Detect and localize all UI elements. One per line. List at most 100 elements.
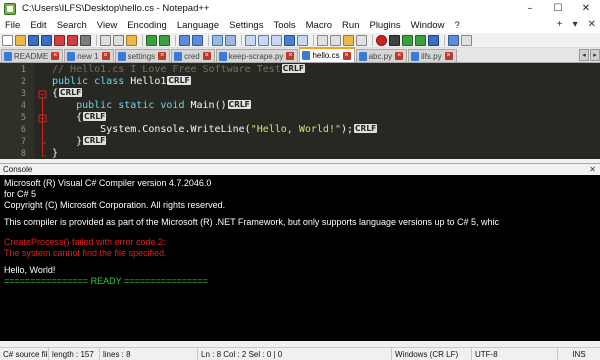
tab-readme[interactable]: README ×: [1, 49, 64, 62]
status-encoding[interactable]: UTF-8: [472, 347, 558, 360]
menu-window[interactable]: Window: [406, 20, 450, 31]
dropdown-icon[interactable]: ▾: [573, 19, 578, 30]
status-eol[interactable]: Windows (CR LF): [392, 347, 472, 360]
close-doc-icon[interactable]: ✕: [588, 19, 596, 30]
replace-icon[interactable]: [192, 34, 203, 46]
status-insert-mode[interactable]: INS: [558, 348, 600, 360]
close-window-button[interactable]: ✕: [572, 0, 600, 17]
folder-workspace-icon[interactable]: [343, 34, 354, 46]
menu-bar: File Edit Search View Encoding Language …: [0, 17, 600, 33]
redo-icon[interactable]: [159, 34, 170, 46]
eol-marker: CRLF: [59, 88, 83, 97]
menu-search[interactable]: Search: [52, 20, 92, 31]
menu-settings[interactable]: Settings: [224, 20, 268, 31]
line-number: 6: [20, 125, 26, 135]
code-line-1: // Hello1.cs I Love Free Software Test CR…: [52, 64, 305, 76]
function-list-icon[interactable]: [330, 34, 341, 46]
copy-icon[interactable]: [113, 34, 124, 46]
line-number-gutter: 1 2 3 4 5 6 7 8: [0, 63, 34, 159]
close-tab-icon[interactable]: ×: [202, 52, 211, 60]
menu-view[interactable]: View: [92, 20, 122, 31]
doc-map-icon[interactable]: [317, 34, 328, 46]
identifier-text: Main(): [184, 100, 227, 111]
new-file-icon[interactable]: [2, 34, 13, 46]
open-file-icon[interactable]: [15, 34, 26, 46]
save-macro-icon[interactable]: [428, 34, 439, 46]
add-icon[interactable]: +: [557, 19, 563, 30]
run-macro-multiple-icon[interactable]: [415, 34, 426, 46]
menu-run[interactable]: Run: [337, 20, 364, 31]
close-tab-icon[interactable]: ×: [342, 51, 351, 60]
record-macro-icon[interactable]: [376, 34, 387, 46]
line-number: 3: [20, 89, 26, 99]
close-tab-icon[interactable]: ×: [101, 52, 110, 60]
code-line-2: public class Hello1 CRLF: [52, 76, 191, 88]
status-length: length : 157: [49, 347, 100, 360]
close-tab-icon[interactable]: ×: [444, 52, 453, 60]
close-tab-icon[interactable]: ×: [158, 52, 167, 60]
plugin-icon[interactable]: [461, 34, 472, 46]
fold-margin[interactable]: [38, 63, 48, 159]
tab-scroll-left-button[interactable]: ◂: [579, 49, 589, 61]
monitoring-icon[interactable]: [356, 34, 367, 46]
zoom-out-icon[interactable]: [225, 34, 236, 46]
close-tab-icon[interactable]: ×: [51, 52, 60, 60]
zoom-in-icon[interactable]: [212, 34, 223, 46]
comment-text: // Hello1.cs I Love Free Software Test: [52, 64, 281, 75]
tab-settings[interactable]: settings ×: [114, 49, 171, 62]
code-line-8: }: [52, 148, 58, 160]
menubar-right-controls: + ▾ ✕: [557, 19, 596, 30]
show-all-chars-icon[interactable]: [284, 34, 295, 46]
playback-macro-icon[interactable]: [402, 34, 413, 46]
eol-marker: CRLF: [354, 124, 378, 133]
code-editor[interactable]: 1 2 3 4 5 6 7 8 // Hello1.cs I Love Free…: [0, 63, 600, 159]
stop-recording-icon[interactable]: [389, 34, 400, 46]
sync-horizontal-icon[interactable]: [258, 34, 269, 46]
console-output[interactable]: Microsoft (R) Visual C# Compiler version…: [0, 175, 600, 341]
word-wrap-icon[interactable]: [271, 34, 282, 46]
menu-language[interactable]: Language: [172, 20, 224, 31]
tab-label: settings: [127, 51, 156, 61]
tab-hello-cs[interactable]: hello.cs ×: [299, 47, 355, 62]
indent-guide-icon[interactable]: [297, 34, 308, 46]
menu-edit[interactable]: Edit: [25, 20, 51, 31]
toolbar-separator: [313, 34, 314, 46]
tab-keep-scrape-py[interactable]: keep-scrape.py ×: [215, 49, 299, 62]
menu-macro[interactable]: Macro: [301, 20, 337, 31]
close-tab-icon[interactable]: ×: [286, 52, 295, 60]
plugin-icon[interactable]: [448, 34, 459, 46]
maximize-button[interactable]: ☐: [544, 0, 572, 17]
close-all-icon[interactable]: [67, 34, 78, 46]
menu-tools[interactable]: Tools: [268, 20, 300, 31]
undo-icon[interactable]: [146, 34, 157, 46]
toolbar-separator: [208, 34, 209, 46]
toolbar-separator: [241, 34, 242, 46]
close-file-icon[interactable]: [54, 34, 65, 46]
close-console-icon[interactable]: ✕: [589, 165, 596, 174]
find-icon[interactable]: [179, 34, 190, 46]
menu-help[interactable]: ?: [449, 20, 464, 31]
save-all-icon[interactable]: [41, 34, 52, 46]
cut-icon[interactable]: [100, 34, 111, 46]
save-icon[interactable]: [28, 34, 39, 46]
console-line: for C# 5: [4, 189, 37, 199]
code-area[interactable]: // Hello1.cs I Love Free Software Test CR…: [52, 63, 600, 159]
minimize-button[interactable]: –: [516, 0, 544, 17]
close-tab-icon[interactable]: ×: [395, 52, 404, 60]
keyword-text: public class: [52, 76, 125, 87]
menu-file[interactable]: File: [0, 20, 25, 31]
paste-icon[interactable]: [126, 34, 137, 46]
tab-abc-py[interactable]: abc.py ×: [355, 49, 408, 62]
print-icon[interactable]: [80, 34, 91, 46]
tab-ilfs-py[interactable]: ilfs.py ×: [408, 49, 457, 62]
console-line: Copyright (C) Microsoft Corporation. All…: [4, 200, 226, 210]
tab-new-1[interactable]: new 1 ×: [64, 49, 114, 62]
tab-cred[interactable]: cred ×: [171, 49, 215, 62]
menu-encoding[interactable]: Encoding: [122, 20, 172, 31]
sync-vertical-icon[interactable]: [245, 34, 256, 46]
menu-plugins[interactable]: Plugins: [364, 20, 405, 31]
tab-label: cred: [184, 51, 200, 61]
tab-scroll-arrows: ◂ ▸: [579, 49, 600, 61]
tab-label: abc.py: [368, 51, 393, 61]
tab-scroll-right-button[interactable]: ▸: [590, 49, 600, 61]
